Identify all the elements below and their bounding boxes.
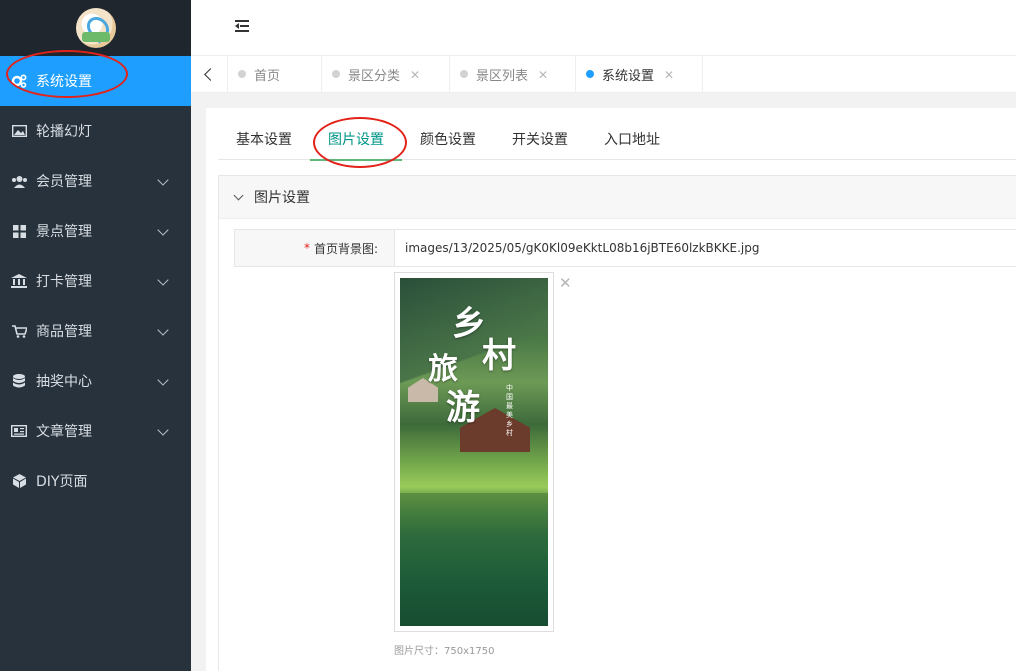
remove-image-icon[interactable]: ✕ [559,274,572,292]
poster-char: 乡 [452,304,486,344]
chevron-down-icon [157,424,169,436]
tab-scenic-list[interactable]: 景区列表 ✕ [450,56,576,93]
sidebar-item-label: DIY页面 [36,474,88,490]
sidebar-item-diy-page[interactable]: DIY页面 [0,456,191,506]
tab-dot [460,70,468,78]
chevron-down-icon [157,324,169,336]
required-mark: * [303,241,310,255]
panel-title: 图片设置 [254,190,310,206]
sidebar-item-label: 文章管理 [36,424,92,440]
tab-label: 系统设置 [602,69,655,84]
sidebar-item-label: 系统设置 [36,74,92,90]
subtab-entry-url[interactable]: 入口地址 [586,124,678,160]
poster-char: 村 [482,336,516,376]
cube-icon [10,474,28,488]
tab-label: 景区分类 [348,69,401,84]
sidebar-item-label: 抽奖中心 [36,374,92,390]
chevron-down-icon [157,274,169,286]
poster-char: 游 [446,388,480,428]
subtab-basic[interactable]: 基本设置 [218,124,310,160]
sidebar-item-label: 打卡管理 [36,274,92,290]
poster-image: 乡 村 旅 游 中国最美乡村 [400,278,548,626]
background-image-preview[interactable]: 乡 村 旅 游 中国最美乡村 [394,272,554,632]
logo[interactable] [75,8,116,48]
sidebar: 系统设置 轮播幻灯 会员管理 景点管理 打卡管理 商品管理 抽奖中心 文章管理 … [0,0,191,671]
cart-icon [10,324,28,338]
settings-card: 基本设置 图片设置 颜色设置 开关设置 入口地址 图片设置 * 首页背景图: i… [206,108,1016,671]
sidebar-item-system-settings[interactable]: 系统设置 [0,56,191,106]
chevron-down-icon [157,374,169,386]
top-header [191,0,1016,56]
panel-header[interactable]: 图片设置 [219,176,1016,219]
menu-fold-icon[interactable] [235,20,249,32]
tabs-scroll-left-icon[interactable] [191,56,228,93]
page-tabs: 首页 景区分类 ✕ 景区列表 ✕ 系统设置 ✕ [191,56,1016,93]
subtab-image[interactable]: 图片设置 [310,124,402,161]
sidebar-item-products[interactable]: 商品管理 [0,306,191,356]
chevron-down-icon [233,190,244,200]
sidebar-item-articles[interactable]: 文章管理 [0,406,191,456]
sidebar-item-lottery[interactable]: 抽奖中心 [0,356,191,406]
sidebar-item-label: 会员管理 [36,174,92,190]
sidebar-item-carousel[interactable]: 轮播幻灯 [0,106,191,156]
grid-icon [10,224,28,238]
gears-icon [10,74,28,88]
tab-label: 首页 [254,69,281,84]
sidebar-item-members[interactable]: 会员管理 [0,156,191,206]
close-icon[interactable]: ✕ [664,68,674,82]
users-icon [10,174,28,188]
settings-subtabs: 基本设置 图片设置 颜色设置 开关设置 入口地址 [218,124,1016,161]
chevron-down-icon [157,174,169,186]
sidebar-item-label: 轮播幻灯 [36,124,92,140]
background-image-path-input[interactable]: images/13/2025/05/gK0Kl09eKktL08b16jBTE6… [395,230,760,266]
close-icon[interactable]: ✕ [410,68,420,82]
sidebar-item-checkin[interactable]: 打卡管理 [0,256,191,306]
subtab-switch[interactable]: 开关设置 [494,124,586,160]
subtab-color[interactable]: 颜色设置 [402,124,494,160]
tab-dot [586,70,594,78]
poster-subtitle: 中国最美乡村 [506,384,513,437]
tab-dot [238,70,246,78]
image-size-hint: 图片尺寸：750x1750 [394,646,495,657]
field-label: * 首页背景图: [235,230,395,266]
tab-home[interactable]: 首页 [228,56,322,93]
tab-system-settings[interactable]: 系统设置 ✕ [576,56,703,93]
sidebar-item-label: 景点管理 [36,224,92,240]
tab-scenic-category[interactable]: 景区分类 ✕ [322,56,450,93]
newspaper-icon [10,424,28,438]
sidebar-item-label: 商品管理 [36,324,92,340]
field-label-text: 首页背景图: [313,241,378,256]
close-icon[interactable]: ✕ [538,68,548,82]
tab-dot [332,70,340,78]
image-icon [10,124,28,138]
image-settings-panel: 图片设置 * 首页背景图: images/13/2025/05/gK0Kl09e… [218,175,1016,671]
logo-area [0,0,191,56]
sidebar-item-scenic-spots[interactable]: 景点管理 [0,206,191,256]
background-image-row: * 首页背景图: images/13/2025/05/gK0Kl09eKktL0… [234,229,1016,267]
tab-label: 景区列表 [476,69,529,84]
chevron-down-icon [157,224,169,236]
bank-icon [10,274,28,288]
database-icon [10,374,28,388]
